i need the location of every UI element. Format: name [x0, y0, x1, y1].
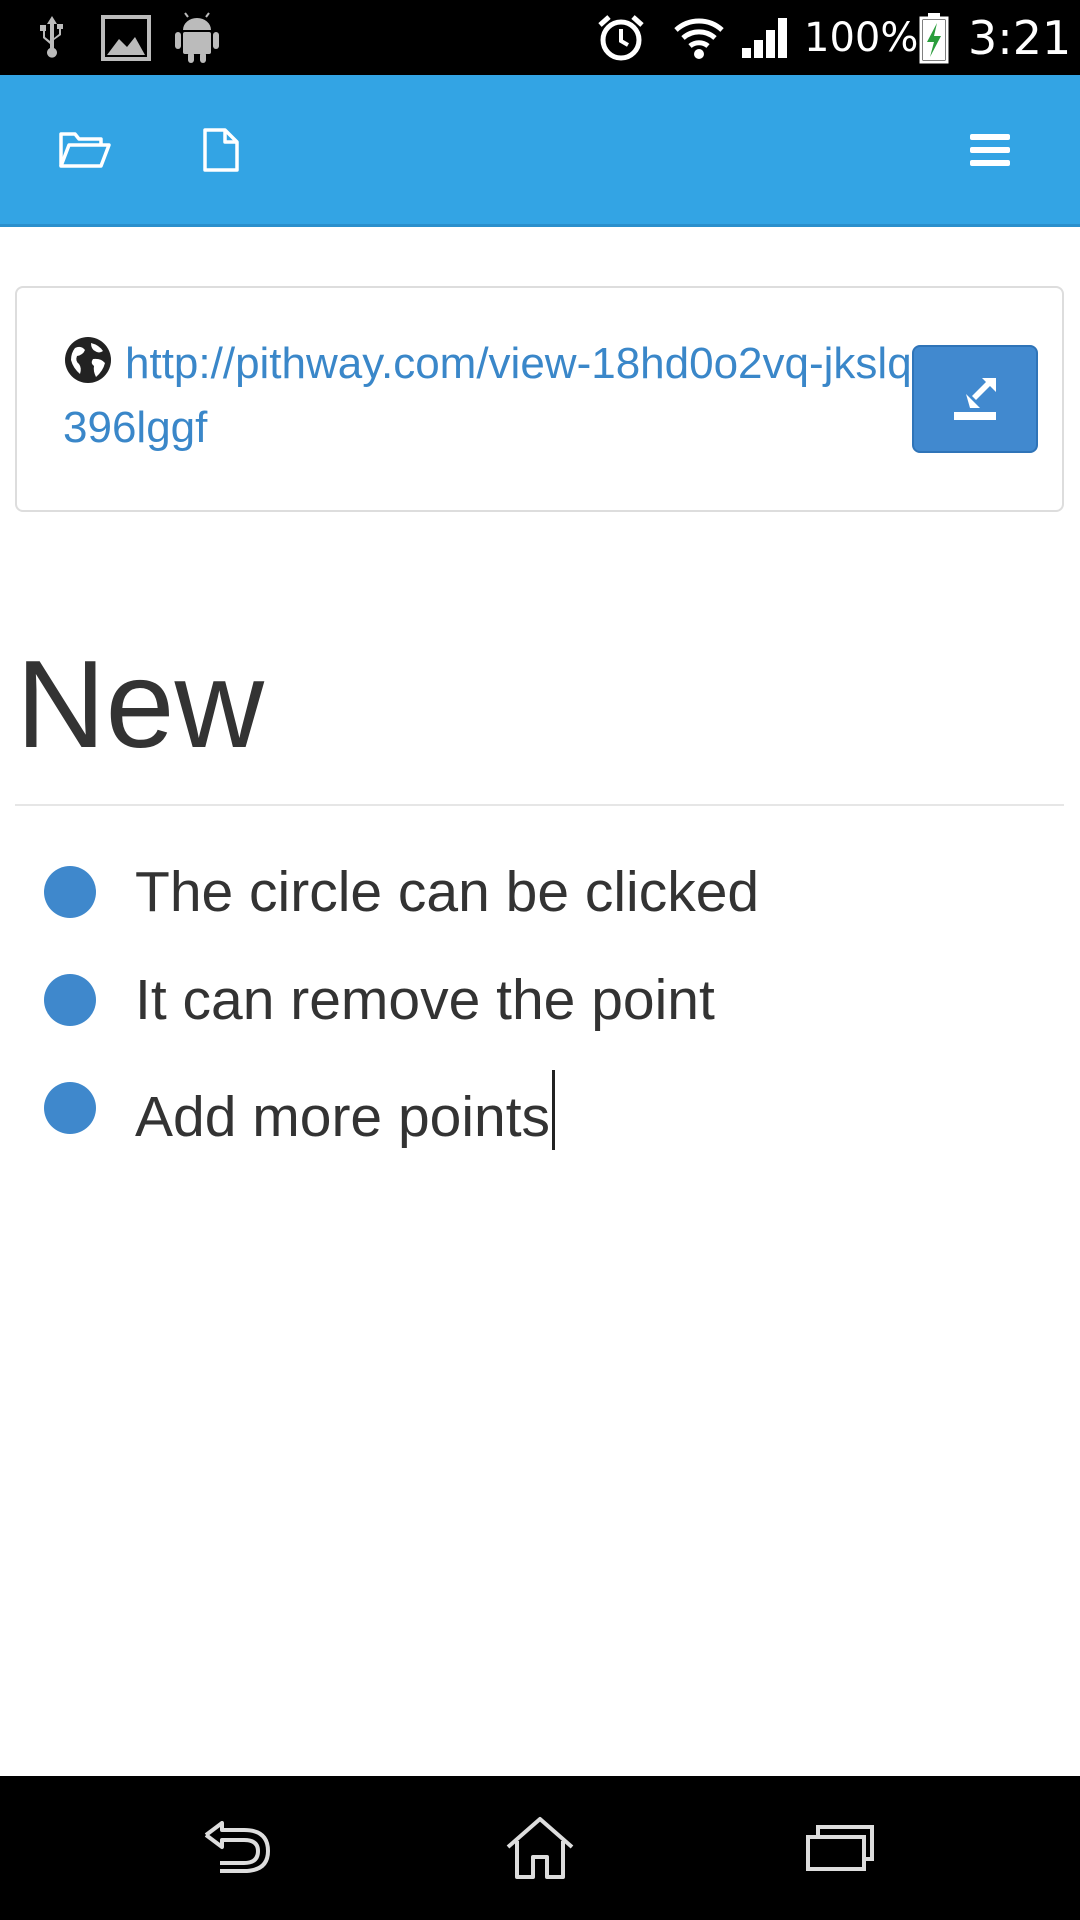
text-cursor — [552, 1070, 556, 1150]
app-toolbar — [0, 75, 1080, 227]
document-title[interactable]: New — [16, 635, 264, 775]
point-text[interactable]: The circle can be clicked — [135, 854, 759, 930]
recent-apps-icon — [806, 1825, 874, 1871]
title-divider — [15, 804, 1064, 806]
file-icon — [203, 127, 239, 172]
home-icon — [506, 1817, 574, 1879]
back-icon — [204, 1821, 270, 1873]
list-item: It can remove the point — [0, 946, 1080, 1054]
list-item: The circle can be clicked — [0, 838, 1080, 946]
recent-apps-button[interactable] — [760, 1776, 920, 1920]
navigation-bar — [0, 1776, 1080, 1920]
usb-icon — [36, 0, 68, 75]
home-button[interactable] — [460, 1776, 620, 1920]
point-text-value: Add more points — [135, 1085, 551, 1149]
battery-percent: 100% — [804, 14, 919, 61]
android-icon — [174, 0, 220, 75]
list-item: Add more points — [0, 1054, 1080, 1162]
remove-point-bullet[interactable] — [44, 866, 96, 918]
share-link-text: http://pithway.com/view-18hd0o2vq-jkslq3… — [63, 339, 912, 452]
status-bar: 100% 3:21 — [0, 0, 1080, 75]
folder-open-icon — [59, 131, 111, 168]
menu-button[interactable] — [935, 75, 1045, 224]
globe-icon — [65, 337, 111, 383]
edit-icon — [954, 378, 996, 420]
gallery-icon — [100, 0, 152, 75]
menu-icon — [970, 133, 1010, 166]
remove-point-bullet[interactable] — [44, 1082, 96, 1134]
point-text[interactable]: It can remove the point — [135, 962, 715, 1038]
open-folder-button[interactable] — [30, 75, 140, 224]
wifi-icon — [674, 0, 724, 75]
clock: 3:21 — [968, 10, 1072, 65]
alarm-icon — [596, 0, 646, 75]
signal-icon — [740, 0, 790, 75]
battery-charging-icon — [918, 0, 950, 75]
edit-link-button[interactable] — [912, 345, 1038, 453]
new-file-button[interactable] — [166, 75, 276, 224]
back-button[interactable] — [160, 1776, 320, 1920]
share-link[interactable]: http://pithway.com/view-18hd0o2vq-jkslq3… — [63, 332, 933, 460]
share-link-card: http://pithway.com/view-18hd0o2vq-jkslq3… — [15, 286, 1064, 512]
remove-point-bullet[interactable] — [44, 974, 96, 1026]
point-text-editing[interactable]: Add more points — [135, 1070, 556, 1155]
points-list: The circle can be clicked It can remove … — [0, 838, 1080, 1162]
